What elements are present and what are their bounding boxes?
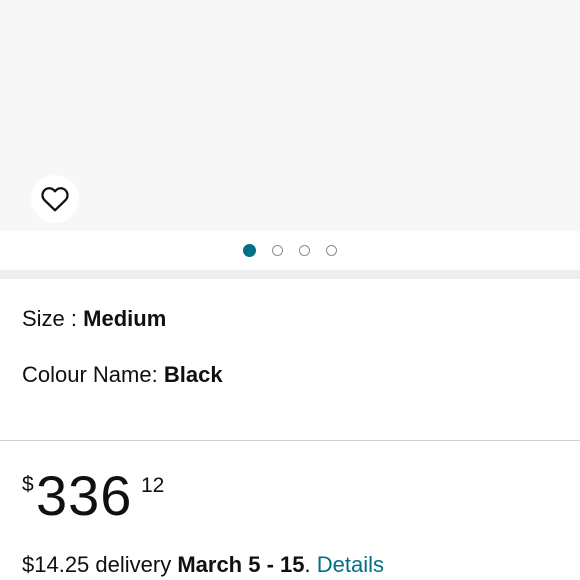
carousel-dot-1[interactable] (243, 243, 256, 257)
delivery-info: $14.25 delivery March 5 - 15. Details (22, 551, 384, 579)
price-currency-symbol: $ (22, 473, 34, 496)
add-to-wishlist-button[interactable] (31, 175, 79, 223)
heart-outline-icon (41, 187, 69, 212)
size-label: Size : (22, 306, 84, 331)
size-selection-row[interactable]: Size : Medium (22, 306, 166, 332)
divider (0, 440, 580, 441)
image-carousel-indicator (0, 231, 580, 271)
delivery-details-link[interactable]: Details (317, 552, 384, 577)
carousel-dot-3[interactable] (299, 244, 310, 256)
colour-label: Colour Name: (22, 362, 164, 387)
delivery-dates: March 5 - 15 (177, 552, 305, 577)
price-whole: 336 (36, 464, 133, 527)
price-fraction: 12 (141, 474, 165, 497)
product-detail-page: Size : Medium Colour Name: Black $ 336 1… (0, 0, 580, 580)
colour-selection-row[interactable]: Colour Name: Black (22, 362, 223, 388)
size-value: Medium (83, 306, 167, 331)
delivery-price: $14.25 delivery (22, 552, 178, 577)
carousel-dot-4[interactable] (326, 244, 337, 256)
product-image-gallery[interactable] (0, 0, 580, 231)
carousel-dot-2[interactable] (272, 244, 283, 256)
delivery-separator: . (304, 552, 317, 577)
section-separator (0, 270, 580, 279)
colour-value: Black (163, 362, 223, 387)
